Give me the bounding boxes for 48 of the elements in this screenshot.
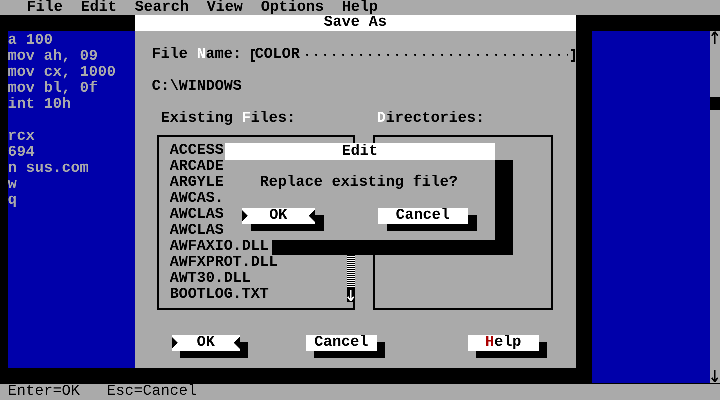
file-name-field[interactable]: COLOR [251, 47, 576, 63]
dialog-message: Replace existing file? [260, 175, 458, 191]
dialog-button[interactable]: Cancel [306, 335, 377, 351]
up-arrow-icon[interactable] [711, 31, 719, 45]
code-line: w [8, 177, 18, 193]
menu-item[interactable]: View [207, 0, 244, 16]
status-text: Esc=Cancel [107, 384, 198, 400]
code-line: rcx [8, 129, 36, 145]
file-list-item[interactable]: AWCAS. [170, 191, 224, 207]
code-line: q [8, 193, 18, 209]
file-list-item[interactable]: AWFXPROT.DLL [170, 255, 278, 271]
dialog-button[interactable]: Help [468, 335, 539, 351]
list-label: Existing Files: [161, 111, 296, 127]
dialog-button[interactable]: OK [242, 208, 315, 224]
file-list-item[interactable]: BOOTLOG.TXT [170, 287, 270, 303]
focus-arrow-icon [234, 337, 240, 349]
dialog-button[interactable]: OK [172, 335, 240, 351]
menu-item[interactable]: File [27, 0, 64, 16]
focus-arrow-icon [308, 210, 315, 222]
list-label: Directories: [377, 111, 486, 127]
dialog-title: Edit [342, 144, 378, 160]
dialog-button[interactable]: Cancel [378, 208, 468, 224]
field-label: File Name: [152, 47, 242, 63]
dialog-title: Save As [324, 15, 387, 31]
code-line: mov cx, 1000 [8, 65, 116, 81]
code-line: n sus.com [8, 161, 90, 177]
menu-item[interactable]: Edit [81, 0, 118, 16]
file-list-item[interactable]: ACCESS [170, 143, 224, 159]
menu-item[interactable]: Search [135, 0, 190, 16]
file-list-item[interactable]: ARCADE [170, 159, 224, 175]
file-list-item[interactable]: AWT30.DLL [170, 271, 252, 287]
file-list-item[interactable]: AWCLAS [170, 207, 224, 223]
menu-item[interactable]: Help [342, 0, 378, 16]
menu-item[interactable]: Options [261, 0, 324, 16]
code-line: 694 [8, 145, 36, 161]
file-list-item[interactable]: ARGYLE [170, 175, 224, 191]
focus-arrow-icon [172, 337, 178, 349]
scroll-thumb[interactable] [710, 97, 720, 110]
down-arrow-icon[interactable] [711, 369, 719, 383]
focus-arrow-icon [242, 210, 248, 222]
status-text: Enter=OK [8, 384, 80, 400]
code-line: int 10h [8, 97, 72, 113]
code-line: mov bl, 0f [8, 81, 98, 97]
current-path: C:\WINDOWS [151, 79, 242, 95]
file-list-item[interactable]: AWCLAS [170, 223, 224, 239]
code-line: mov ah, 09 [8, 49, 98, 65]
code-line: a 100 [8, 33, 54, 49]
file-list-item[interactable]: AWFAXIO.DLL [170, 239, 270, 255]
